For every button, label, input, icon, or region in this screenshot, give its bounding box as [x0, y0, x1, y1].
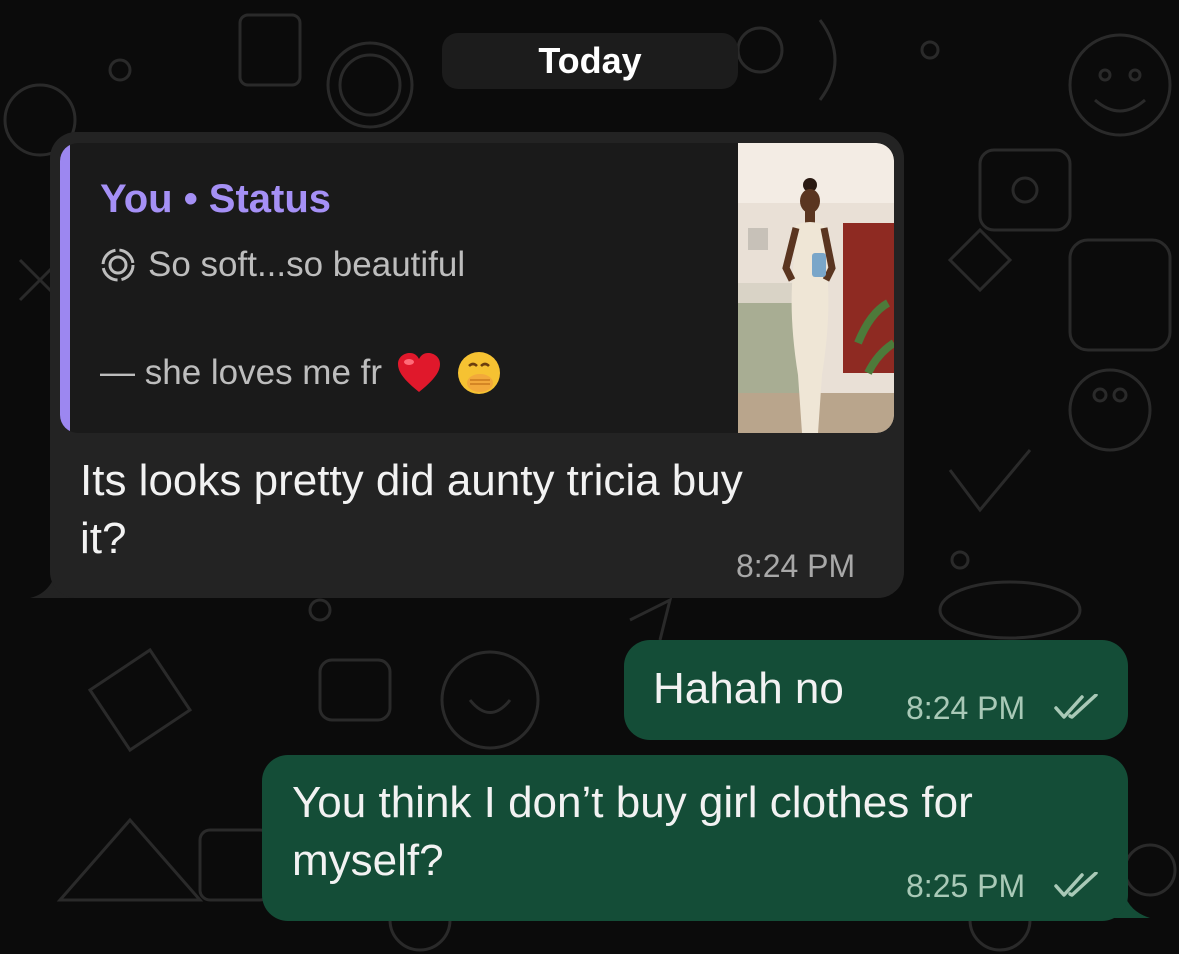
- quote-caption: — she loves me fr: [100, 353, 383, 392]
- quote-status-line: So soft...so beautiful: [100, 245, 465, 285]
- outgoing-message-2-text: You think I don’t buy girl clothes for m…: [292, 774, 973, 890]
- heart-emoji-icon: [398, 353, 441, 392]
- quote-caption-line: — she loves me fr: [100, 348, 502, 398]
- incoming-message-time: 8:24 PM: [736, 548, 856, 584]
- status-reply-quote[interactable]: You • Status So soft...so beautiful — sh…: [60, 143, 894, 433]
- incoming-message-text: Its looks pretty did aunty tricia buy it…: [80, 452, 743, 568]
- date-separator: Today: [442, 33, 738, 89]
- quote-author: You • Status: [100, 177, 332, 221]
- read-double-check-icon: [1054, 872, 1098, 897]
- status-photo-thumbnail[interactable]: [738, 143, 894, 433]
- quote-status-text: So soft...so beautiful: [148, 245, 466, 284]
- face-with-hand-over-mouth-emoji-icon: [458, 352, 501, 394]
- outgoing-message-1-text: Hahah no: [653, 664, 844, 713]
- outgoing-message-2-line-1: You think I don’t buy girl clothes for: [292, 778, 973, 827]
- quote-accent-bar: [60, 143, 70, 433]
- outgoing-message-1-time: 8:24 PM: [906, 690, 1026, 726]
- read-double-check-icon: [1054, 694, 1098, 719]
- status-photo-image: [738, 143, 894, 433]
- incoming-message-line-1: Its looks pretty did aunty tricia buy: [80, 456, 743, 505]
- outgoing-message-2-time: 8:25 PM: [906, 868, 1026, 904]
- date-separator-label: Today: [538, 40, 642, 81]
- status-ring-icon: [101, 248, 135, 282]
- outgoing-message-2-line-2: myself?: [292, 836, 444, 885]
- incoming-message-line-2: it?: [80, 514, 127, 563]
